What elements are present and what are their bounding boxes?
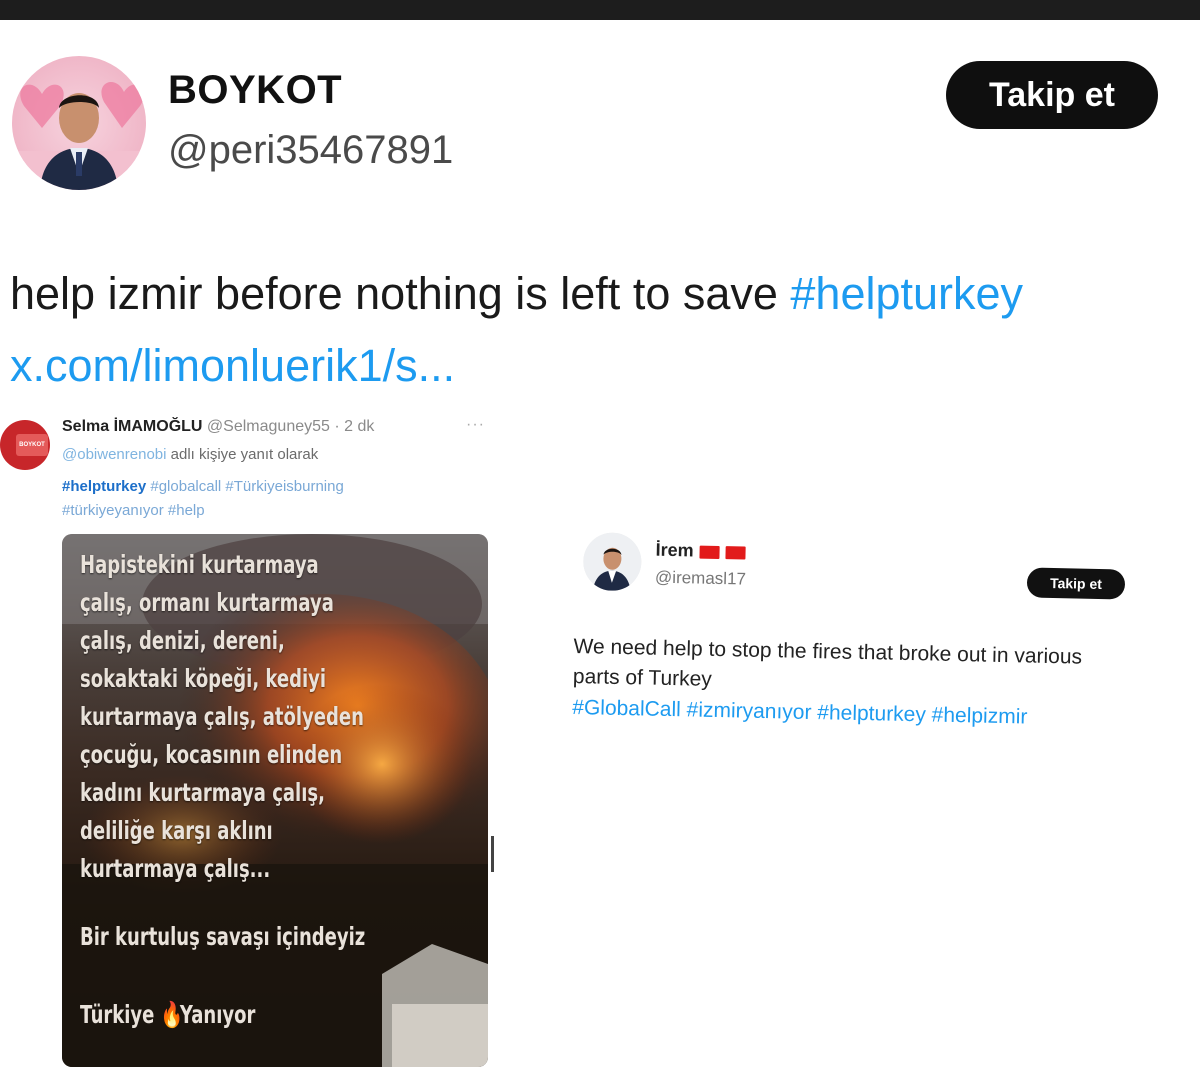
embedded-tweet-2-text: We need help to stop the fires that brok… [572, 634, 1083, 691]
embedded-author: Selma İMAMOĞLU @Selmaguney55 · 2 dk [62, 418, 374, 436]
top-bar [0, 0, 1200, 20]
image-word-turkiye: Türkiye [80, 1000, 155, 1029]
poem-line: çalış, denizi, dereni, [80, 626, 285, 655]
reply-context: @obiwenrenobi adlı kişiye yanıt olarak [62, 446, 318, 463]
poem-line: kadını kurtarmaya çalış, [80, 778, 325, 807]
embedded-hashtags-rest: #globalcall #Türkiyeisburning [146, 478, 344, 495]
tweet-text: help izmir before nothing is left to sav… [10, 268, 1023, 320]
embedded-hashtags-1: #helpturkey #globalcall #Türkiyeisburnin… [62, 478, 344, 495]
fire-photo: Hapistekini kurtarmaya çalış, ormanı kur… [62, 534, 488, 1067]
tweet-text-plain: help izmir before nothing is left to sav… [10, 268, 791, 319]
hashtag-link[interactable]: #helpturkey [790, 268, 1023, 319]
avatar-badge: BOYKOT [16, 434, 48, 456]
tweet-link[interactable]: x.com/limonluerik1/s... [10, 340, 455, 392]
embedded-hashtags-2: #türkiyeyanıyor #help [62, 502, 205, 519]
fire-icon: 🔥 [160, 1000, 184, 1029]
reply-suffix: adlı kişiye yanıt olarak [166, 446, 319, 463]
embedded-author-handle: @Selmaguney55 · 2 dk [206, 418, 375, 435]
embedded-tweet-2-hashtags: #GlobalCall #izmiryanıyor #helpturkey #h… [572, 695, 1028, 729]
poem-line: kurtarmaya çalış, atölyeden [80, 702, 364, 731]
embedded-follow-button: Takip et [1026, 567, 1126, 600]
embedded-author-name: Selma İMAMOĞLU [62, 418, 203, 435]
embedded-author-2-handle: @iremasl17 [654, 567, 747, 589]
image-line-burning: Türkiye 🔥 Yanıyor [80, 1000, 255, 1030]
poem-line: sokaktaki köpeği, kediyi [80, 664, 327, 693]
more-icon: ··· [466, 416, 485, 433]
embedded-author-2-name: İrem [655, 539, 694, 561]
embedded-tweet-2: İrem @iremasl17 Takip et We need help to… [571, 530, 1136, 772]
flag-icon [699, 545, 720, 559]
poem-line: çocuğu, kocasının elinden [80, 740, 343, 769]
embedded-avatar-2 [582, 532, 642, 592]
handle[interactable]: @peri35467891 [168, 128, 453, 173]
poem-line: deliliğe karşı aklını [80, 816, 273, 845]
flag-icon [725, 545, 746, 560]
embedded-avatar: BOYKOT [0, 420, 50, 470]
embedded-author-2: İrem [655, 539, 746, 563]
scrollbar [491, 836, 494, 872]
poem-line: kurtarmaya çalış... [80, 854, 271, 883]
embedded-hashtag-bold: #helpturkey [62, 478, 147, 495]
reply-handle: @obiwenrenobi [62, 446, 167, 463]
image-line-war: Bir kurtuluş savaşı içindeyiz [80, 922, 366, 951]
image-poem: Hapistekini kurtarmaya çalış, ormanı kur… [80, 546, 364, 888]
display-name[interactable]: BOYKOT [168, 68, 342, 113]
avatar[interactable] [12, 56, 146, 190]
poem-line: çalış, ormanı kurtarmaya [80, 588, 334, 617]
follow-button[interactable]: Takip et [946, 61, 1158, 129]
poem-line: Hapistekini kurtarmaya [80, 550, 319, 579]
image-word-yaniyor: Yanıyor [179, 1000, 256, 1029]
